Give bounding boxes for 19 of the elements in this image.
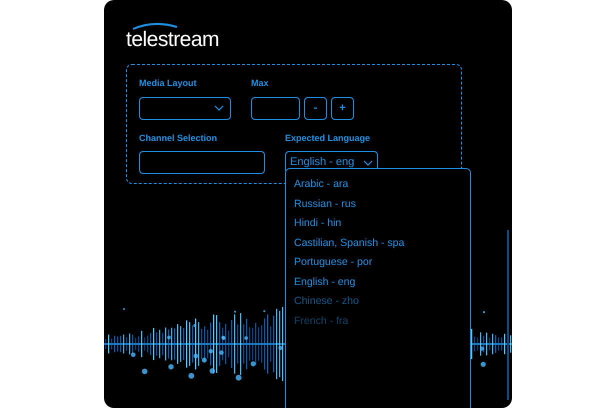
- chevron-down-icon: [214, 105, 224, 111]
- chevron-down-icon: [363, 160, 373, 166]
- channel-selection-input-field[interactable]: [139, 151, 265, 174]
- logo-text: telestream: [126, 28, 220, 52]
- field-label: Expected Language: [285, 132, 372, 145]
- field-label: Media Layout: [139, 77, 198, 90]
- field-label: Channel Selection: [139, 132, 218, 144]
- language-option[interactable]: Castilian, Spanish - spa: [294, 234, 470, 253]
- stepper-button[interactable]: -: [304, 96, 327, 120]
- language-option[interactable]: Portuguese - por: [294, 253, 470, 272]
- field-label: Max: [251, 77, 270, 90]
- language-option[interactable]: Russian - rus: [294, 194, 470, 214]
- language-option[interactable]: Hindi - hin: [294, 214, 470, 234]
- language-option[interactable]: Arabic - ara: [294, 175, 470, 194]
- stepper-button[interactable]: +: [331, 96, 354, 120]
- logo-arc-icon: [132, 22, 178, 30]
- max-input-field[interactable]: [251, 96, 300, 120]
- language-option[interactable]: English - eng: [294, 272, 470, 292]
- media-layout-select[interactable]: [139, 96, 231, 120]
